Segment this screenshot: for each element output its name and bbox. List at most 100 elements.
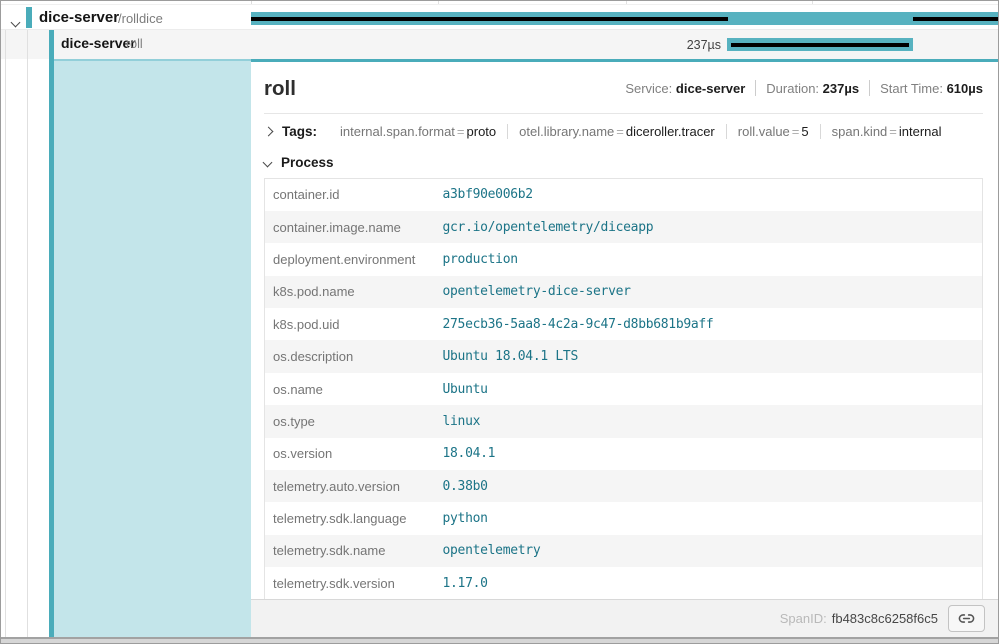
tag-value: proto [467, 124, 497, 139]
table-row: os.version18.04.1 [265, 438, 983, 470]
span-meta: Service: dice-server Duration: 237µs Sta… [625, 80, 983, 96]
process-value: 0.38b0 [443, 470, 983, 502]
window-bottom-edge [1, 639, 998, 644]
span-title: roll [264, 76, 296, 102]
process-key: os.version [265, 438, 443, 470]
meta-separator [755, 80, 756, 96]
process-value: 1.17.0 [443, 567, 983, 599]
meta-separator [869, 80, 870, 96]
process-key: os.name [265, 373, 443, 405]
tag-item: internal.span.format=proto [329, 124, 507, 139]
span-duration-label: 237µs [621, 38, 721, 52]
process-key: os.type [265, 405, 443, 437]
tag-item: span.kind=internal [820, 124, 953, 139]
critical-path-segment [913, 17, 998, 21]
span-row-rolldice[interactable]: dice-server /rolldice [1, 4, 998, 30]
process-value: 275ecb36-5aa8-4c2a-9c47-d8bb681b9aff [443, 308, 983, 340]
meta-start-label: Start Time: [880, 81, 943, 96]
tags-accordion-collapsed[interactable]: Tags: internal.span.format=proto otel.li… [264, 114, 983, 148]
table-row: deployment.environmentproduction [265, 243, 983, 275]
process-value: python [443, 502, 983, 534]
span-detail-footer: SpanID: fb483c8c6258f6c5 [251, 599, 998, 637]
table-row: telemetry.sdk.nameopentelemetry [265, 535, 983, 567]
process-accordion-expanded[interactable]: Process [264, 155, 983, 170]
process-value: opentelemetry [443, 535, 983, 567]
chevron-right-icon [264, 127, 274, 137]
meta-service-value: dice-server [676, 81, 745, 96]
table-row: k8s.pod.nameopentelemetry-dice-server [265, 276, 983, 308]
process-key: k8s.pod.name [265, 276, 443, 308]
process-value: linux [443, 405, 983, 437]
tree-guide-line [27, 59, 28, 637]
process-key: telemetry.sdk.name [265, 535, 443, 567]
tree-guide-line [27, 30, 28, 59]
service-color-accent [49, 30, 54, 59]
span-id-value: fb483c8c6258f6c5 [832, 611, 938, 626]
table-row: os.nameUbuntu [265, 373, 983, 405]
process-value: opentelemetry-dice-server [443, 276, 983, 308]
meta-start-time: Start Time: 610µs [880, 81, 983, 96]
tree-guide-line [5, 30, 6, 59]
table-row: k8s.pod.uid275ecb36-5aa8-4c2a-9c47-d8bb6… [265, 308, 983, 340]
span-detail-header: roll Service: dice-server Duration: 237µ… [264, 76, 983, 102]
tag-equals: = [790, 124, 802, 139]
process-key: container.id [265, 179, 443, 211]
tree-guide-line [5, 59, 6, 637]
process-key: telemetry.sdk.version [265, 567, 443, 599]
process-label: Process [281, 155, 334, 170]
span-row-roll-selected[interactable]: dice-server roll 237µs [1, 30, 998, 59]
process-key: os.description [265, 340, 443, 372]
tag-item: otel.library.name=diceroller.tracer [507, 124, 726, 139]
process-value: production [443, 243, 983, 275]
span-service-name[interactable]: dice-server [61, 35, 136, 51]
process-value: gcr.io/opentelemetry/diceapp [443, 211, 983, 243]
chevron-down-icon [263, 158, 273, 168]
link-icon [958, 610, 975, 627]
span-duration-bar[interactable] [251, 12, 998, 25]
critical-path-segment [731, 43, 909, 47]
tags-label: Tags: [282, 124, 317, 139]
span-operation-name[interactable]: roll [126, 37, 143, 51]
copy-span-link-button[interactable] [948, 605, 985, 632]
table-row: os.descriptionUbuntu 18.04.1 LTS [265, 340, 983, 372]
service-color-accent [26, 7, 32, 28]
table-row: container.ida3bf90e006b2 [265, 179, 983, 211]
tag-value: 5 [801, 124, 808, 139]
table-row: telemetry.auto.version0.38b0 [265, 470, 983, 502]
meta-duration-value: 237µs [823, 81, 859, 96]
tag-key: span.kind [832, 124, 888, 139]
span-service-name[interactable]: dice-server [39, 9, 119, 26]
meta-start-value: 610µs [947, 81, 983, 96]
meta-duration-label: Duration: [766, 81, 819, 96]
meta-service-label: Service: [625, 81, 672, 96]
collapse-chevron-icon[interactable] [12, 13, 19, 31]
process-key: deployment.environment [265, 243, 443, 275]
process-key: k8s.pod.uid [265, 308, 443, 340]
tag-item: roll.value=5 [726, 124, 820, 139]
span-id-label: SpanID: [780, 611, 827, 626]
meta-service: Service: dice-server [625, 81, 745, 96]
process-value: Ubuntu 18.04.1 LTS [443, 340, 983, 372]
tag-key: internal.span.format [340, 124, 455, 139]
critical-path-segment [251, 17, 728, 21]
meta-duration: Duration: 237µs [766, 81, 859, 96]
tag-key: roll.value [738, 124, 790, 139]
tag-key: otel.library.name [519, 124, 614, 139]
tag-value: internal [899, 124, 942, 139]
detail-row-highlight [54, 59, 252, 637]
table-row: container.image.namegcr.io/opentelemetry… [265, 211, 983, 243]
process-key: telemetry.sdk.language [265, 502, 443, 534]
process-key: telemetry.auto.version [265, 470, 443, 502]
process-value: Ubuntu [443, 373, 983, 405]
span-operation-name[interactable]: /rolldice [118, 11, 163, 26]
jaeger-trace-detail-window: dice-server /rolldice dice-server roll 2… [0, 0, 999, 644]
tag-equals: = [455, 124, 467, 139]
process-value: a3bf90e006b2 [443, 179, 983, 211]
table-row: telemetry.sdk.version1.17.0 [265, 567, 983, 599]
span-duration-bar[interactable] [727, 38, 913, 51]
table-row: os.typelinux [265, 405, 983, 437]
process-value: 18.04.1 [443, 438, 983, 470]
tag-equals: = [614, 124, 626, 139]
span-detail-panel: roll Service: dice-server Duration: 237µ… [251, 59, 998, 599]
process-key: container.image.name [265, 211, 443, 243]
